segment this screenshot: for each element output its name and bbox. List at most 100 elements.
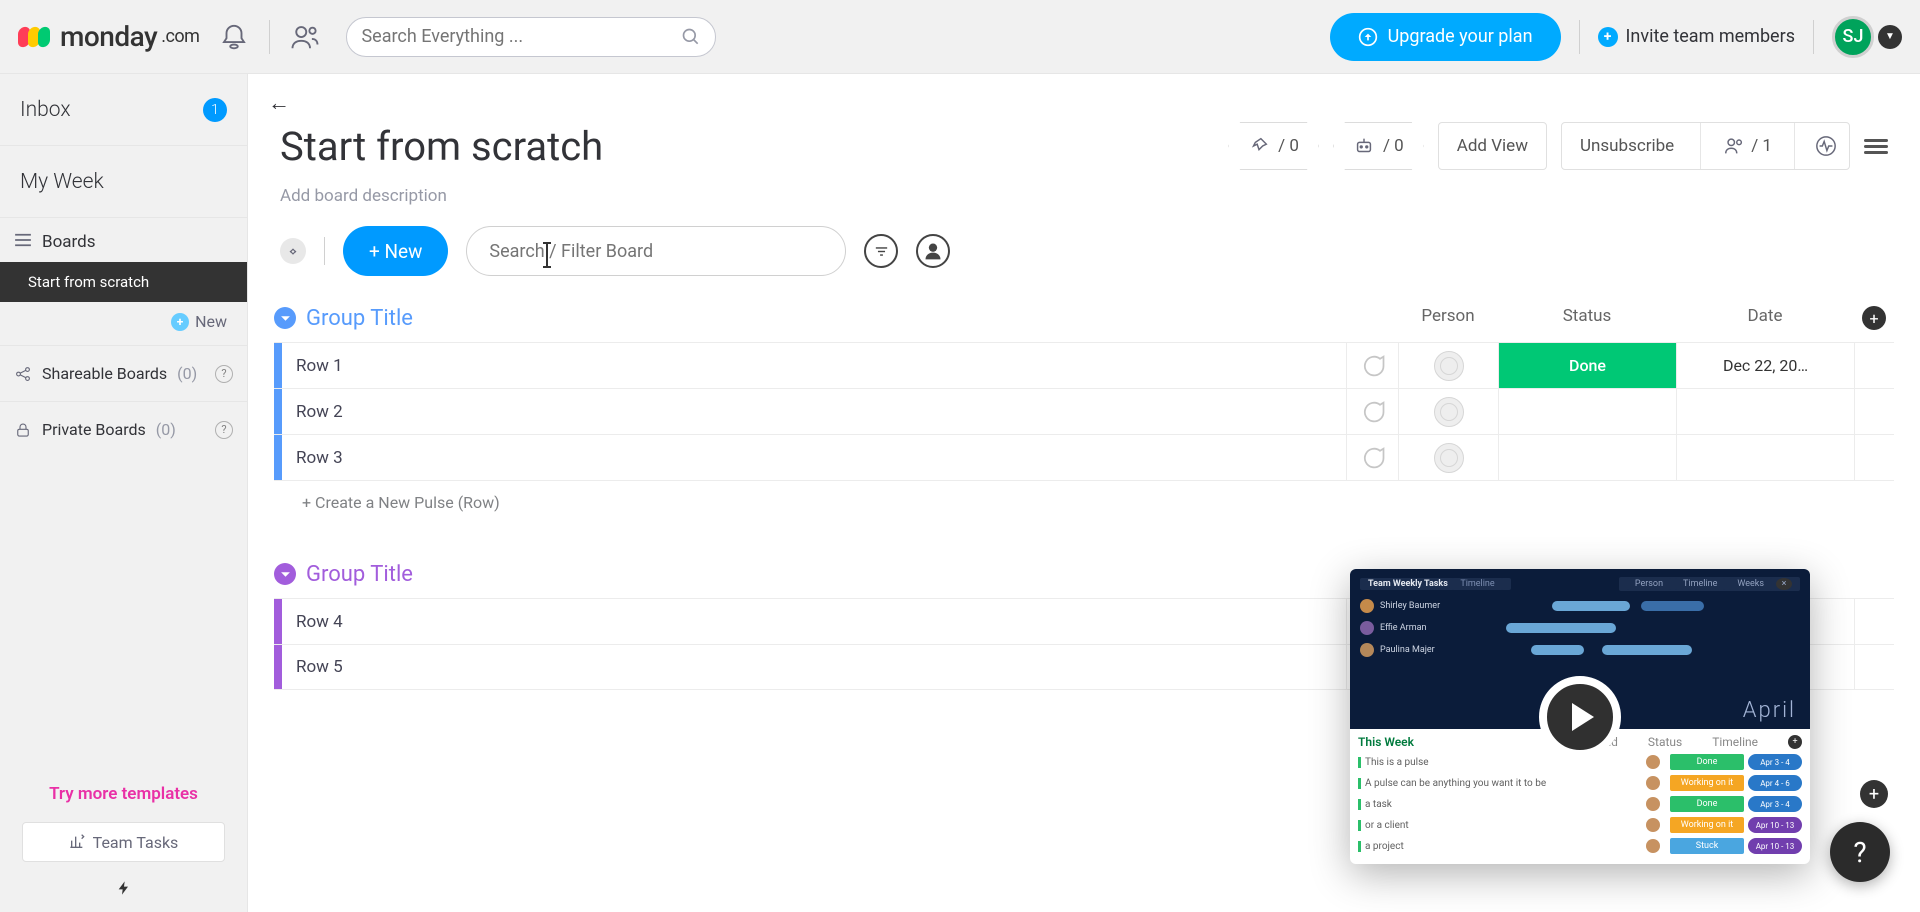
- board-search[interactable]: [466, 226, 846, 276]
- bolt-icon[interactable]: [0, 870, 247, 912]
- row-color-stripe: [274, 645, 282, 689]
- collapse-all-button[interactable]: [280, 238, 306, 264]
- row-name[interactable]: Row 1: [282, 343, 1346, 388]
- column-header-date[interactable]: Date: [1676, 306, 1854, 330]
- row-color-stripe: [274, 343, 282, 388]
- cell-person[interactable]: [1398, 435, 1498, 480]
- column-header-status[interactable]: Status: [1498, 306, 1676, 330]
- video-person: Paulina Majer: [1380, 645, 1435, 655]
- members-button[interactable]: / 1: [1709, 123, 1786, 169]
- group-collapse-toggle[interactable]: [274, 307, 296, 329]
- cell-date[interactable]: [1676, 435, 1854, 480]
- help-icon[interactable]: ?: [215, 365, 233, 383]
- vc-col: Status: [1648, 735, 1682, 749]
- cell-person[interactable]: [1398, 343, 1498, 388]
- row-name[interactable]: Row 2: [282, 389, 1346, 434]
- automation-counter[interactable]: / 0: [1333, 122, 1424, 170]
- cell-date[interactable]: [1676, 389, 1854, 434]
- board-search-input[interactable]: [489, 241, 823, 262]
- search-icon: [681, 27, 701, 47]
- person-filter-button[interactable]: [916, 234, 950, 268]
- video-tab: Timeline: [1452, 578, 1502, 590]
- logo-icon: [18, 27, 50, 47]
- group-title[interactable]: Group Title: [306, 306, 1388, 331]
- global-search-input[interactable]: [361, 26, 671, 47]
- video-control: Person: [1627, 578, 1671, 590]
- cell-empty: [1854, 389, 1894, 434]
- row-name[interactable]: Row 3: [282, 435, 1346, 480]
- cell-status[interactable]: Done: [1498, 343, 1676, 388]
- template-team-tasks[interactable]: Team Tasks: [22, 822, 225, 862]
- activity-button[interactable]: [1803, 123, 1849, 169]
- person-placeholder-icon: [1434, 443, 1464, 473]
- new-row-input[interactable]: + Create a New Pulse (Row): [274, 480, 1894, 524]
- board-header: Start from scratch / 0 / 0 Add View Unsu…: [248, 122, 1920, 186]
- sidebar-inbox[interactable]: Inbox 1: [0, 74, 247, 146]
- video-promo-card[interactable]: Team Weekly Tasks Timeline Person Timeli…: [1350, 569, 1810, 864]
- board-title[interactable]: Start from scratch: [280, 123, 1214, 170]
- new-pulse-button[interactable]: + New: [343, 226, 448, 276]
- filter-button[interactable]: [864, 234, 898, 268]
- user-menu[interactable]: SJ ▼: [1832, 16, 1902, 58]
- add-column-fab[interactable]: +: [1860, 780, 1888, 808]
- group-collapse-toggle[interactable]: [274, 563, 296, 585]
- group-title[interactable]: Group Title: [306, 562, 1388, 587]
- cell-empty: [1854, 435, 1894, 480]
- logo[interactable]: monday.com: [18, 20, 199, 53]
- upgrade-icon: [1358, 27, 1378, 47]
- members-count: / 1: [1751, 136, 1772, 156]
- text-cursor-icon: [546, 244, 548, 266]
- help-fab[interactable]: ?: [1830, 822, 1890, 882]
- shareable-boards[interactable]: Shareable Boards (0) ?: [0, 345, 247, 401]
- row-name[interactable]: Row 4: [282, 599, 1346, 644]
- unsubscribe-label: Unsubscribe: [1580, 136, 1674, 156]
- people-icon[interactable]: [288, 20, 322, 54]
- cell-status[interactable]: [1498, 389, 1676, 434]
- board-description[interactable]: Add board description: [248, 186, 1920, 216]
- board-menu-button[interactable]: [1864, 136, 1888, 157]
- chat-icon[interactable]: [1346, 435, 1398, 480]
- boards-header[interactable]: Boards: [0, 218, 247, 262]
- table-row[interactable]: Row 1 Done Dec 22, 20…: [274, 342, 1894, 388]
- video-control: Timeline: [1675, 578, 1725, 590]
- cell-status[interactable]: [1498, 435, 1676, 480]
- board-toolbar: + New: [248, 216, 1920, 294]
- help-icon[interactable]: ?: [215, 421, 233, 439]
- chat-icon[interactable]: [1346, 343, 1398, 388]
- board-item-start-from-scratch[interactable]: Start from scratch: [0, 262, 247, 302]
- row-name[interactable]: Row 5: [282, 645, 1346, 689]
- cell-person[interactable]: [1398, 389, 1498, 434]
- divider: [1579, 20, 1580, 54]
- invite-button[interactable]: + Invite team members: [1598, 26, 1795, 47]
- divider: [269, 20, 270, 54]
- back-button[interactable]: ←: [268, 90, 298, 116]
- column-header-person[interactable]: Person: [1398, 306, 1498, 330]
- global-search[interactable]: [346, 17, 716, 57]
- new-board-button[interactable]: + New: [0, 302, 247, 345]
- plus-icon: +: [1598, 27, 1618, 47]
- cell-date[interactable]: Dec 22, 20…: [1676, 343, 1854, 388]
- pin-counter[interactable]: / 0: [1228, 122, 1319, 170]
- group-header: Group Title Person Status Date +: [274, 294, 1894, 342]
- add-column-button[interactable]: +: [1854, 306, 1894, 330]
- notifications-icon[interactable]: [217, 20, 251, 54]
- hamburger-icon: [14, 232, 32, 252]
- video-person: Effie Arman: [1380, 623, 1426, 633]
- cell-empty: [1854, 645, 1894, 689]
- divider: [1813, 20, 1814, 54]
- video-title: Team Weekly Tasks: [1368, 579, 1448, 589]
- sidebar-myweek[interactable]: My Week: [0, 146, 247, 218]
- robot-icon: [1353, 135, 1375, 157]
- vc-col: Timeline: [1712, 735, 1758, 749]
- shareable-label: Shareable Boards: [42, 364, 167, 383]
- table-row[interactable]: Row 2: [274, 388, 1894, 434]
- private-boards[interactable]: Private Boards (0) ?: [0, 401, 247, 457]
- play-icon[interactable]: [1539, 676, 1621, 758]
- chat-icon[interactable]: [1346, 389, 1398, 434]
- try-more-templates[interactable]: Try more templates: [0, 774, 247, 814]
- unsubscribe-button[interactable]: Unsubscribe: [1562, 123, 1692, 169]
- table-row[interactable]: Row 3: [274, 434, 1894, 480]
- person-placeholder-icon: [1434, 351, 1464, 381]
- add-view-button[interactable]: Add View: [1438, 122, 1547, 170]
- upgrade-button[interactable]: Upgrade your plan: [1330, 13, 1561, 61]
